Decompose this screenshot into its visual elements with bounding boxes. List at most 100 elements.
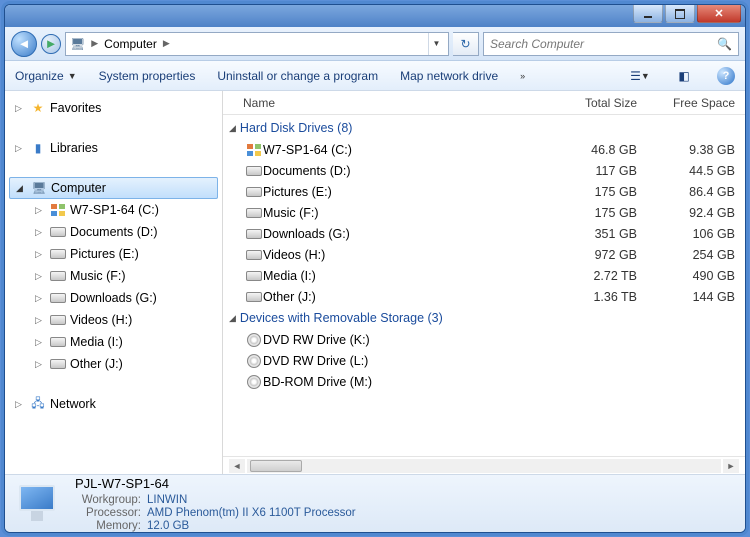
group-removable-storage[interactable]: ◢ Devices with Removable Storage (3) xyxy=(223,307,745,329)
os-drive-icon xyxy=(50,202,66,218)
sidebar-drive-item[interactable]: ▷ Music (F:) xyxy=(5,265,222,287)
drive-free-space: 490 GB xyxy=(655,269,745,283)
maximize-button[interactable] xyxy=(665,5,695,23)
expand-icon[interactable]: ▷ xyxy=(15,103,26,114)
drive-label: Downloads (G:) xyxy=(70,291,157,305)
drive-total-size: 972 GB xyxy=(565,248,655,262)
expand-icon[interactable]: ▷ xyxy=(35,227,46,238)
expand-icon[interactable]: ▷ xyxy=(15,399,26,410)
close-button[interactable] xyxy=(697,5,741,23)
sidebar-network[interactable]: ▷ 🖧 Network xyxy=(5,393,222,415)
computer-large-icon xyxy=(15,483,63,525)
navigation-row: ◄ ► 🖥 ▶ Computer ▶ ▼ ↻ Search Computer 🔍 xyxy=(5,27,745,61)
optical-drive-row[interactable]: DVD RW Drive (L:) xyxy=(223,350,745,371)
drive-label: Pictures (E:) xyxy=(70,247,139,261)
column-free-space[interactable]: Free Space xyxy=(655,96,745,110)
drive-free-space: 92.4 GB xyxy=(655,206,745,220)
drive-total-size: 351 GB xyxy=(565,227,655,241)
forward-button[interactable]: ► xyxy=(41,34,61,54)
sidebar-drive-item[interactable]: ▷ Media (I:) xyxy=(5,331,222,353)
drive-row[interactable]: W7-SP1-64 (C:)46.8 GB9.38 GB xyxy=(223,139,745,160)
expand-icon[interactable]: ▷ xyxy=(15,143,26,154)
drive-row[interactable]: Media (I:)2.72 TB490 GB xyxy=(223,265,745,286)
drive-row[interactable]: Other (J:)1.36 TB144 GB xyxy=(223,286,745,307)
sidebar-computer[interactable]: ◢ 🖥 Computer xyxy=(9,177,218,199)
expand-icon[interactable]: ▷ xyxy=(35,205,46,216)
sidebar-drive-item[interactable]: ▷W7-SP1-64 (C:) xyxy=(5,199,222,221)
sidebar-drive-item[interactable]: ▷ Other (J:) xyxy=(5,353,222,375)
expand-icon[interactable]: ▷ xyxy=(35,249,46,260)
preview-pane-button[interactable]: ◧ xyxy=(673,66,695,86)
drive-name: Pictures (E:) xyxy=(263,185,451,199)
help-button[interactable]: ? xyxy=(717,67,735,85)
drive-row[interactable]: Music (F:)175 GB92.4 GB xyxy=(223,202,745,223)
expand-icon[interactable]: ▷ xyxy=(35,315,46,326)
file-list: ◢ Hard Disk Drives (8) W7-SP1-64 (C:)46.… xyxy=(223,115,745,456)
uninstall-program-button[interactable]: Uninstall or change a program xyxy=(217,69,378,83)
computer-icon: 🖥 xyxy=(70,37,85,51)
expand-icon[interactable]: ▷ xyxy=(35,337,46,348)
minimize-button[interactable] xyxy=(633,5,663,23)
drive-name: Videos (H:) xyxy=(263,248,451,262)
sidebar-drive-item[interactable]: ▷ Downloads (G:) xyxy=(5,287,222,309)
drive-name: DVD RW Drive (K:) xyxy=(263,333,451,347)
drive-label: Music (F:) xyxy=(70,269,126,283)
drive-total-size: 175 GB xyxy=(565,185,655,199)
column-total-size[interactable]: Total Size xyxy=(565,96,655,110)
group-hard-disk-drives[interactable]: ◢ Hard Disk Drives (8) xyxy=(223,117,745,139)
scroll-right-icon[interactable]: ► xyxy=(723,459,739,473)
expand-icon[interactable]: ▷ xyxy=(35,271,46,282)
collapse-icon[interactable]: ◢ xyxy=(229,123,236,134)
drive-icon xyxy=(245,166,263,176)
breadcrumb[interactable]: Computer xyxy=(104,37,157,51)
scroll-left-icon[interactable]: ◄ xyxy=(229,459,245,473)
system-properties-button[interactable]: System properties xyxy=(99,69,196,83)
drive-total-size: 117 GB xyxy=(565,164,655,178)
scroll-track[interactable] xyxy=(247,459,721,473)
chevron-down-icon: ▼ xyxy=(68,71,77,81)
drive-name: BD-ROM Drive (M:) xyxy=(263,375,451,389)
optical-drive-row[interactable]: DVD RW Drive (K:) xyxy=(223,329,745,350)
network-icon: 🖧 xyxy=(30,396,46,412)
sidebar-drive-item[interactable]: ▷ Pictures (E:) xyxy=(5,243,222,265)
expand-icon[interactable]: ▷ xyxy=(35,293,46,304)
drive-row[interactable]: Videos (H:)972 GB254 GB xyxy=(223,244,745,265)
search-icon[interactable]: 🔍 xyxy=(717,37,732,51)
overflow-button[interactable]: » xyxy=(520,71,525,81)
drive-icon xyxy=(50,224,66,240)
collapse-icon[interactable]: ◢ xyxy=(16,183,27,194)
collapse-icon[interactable]: ◢ xyxy=(229,313,236,324)
drive-label: Media (I:) xyxy=(70,335,123,349)
drive-row[interactable]: Documents (D:)117 GB44.5 GB xyxy=(223,160,745,181)
drive-label: Other (J:) xyxy=(70,357,123,371)
command-bar: Organize ▼ System properties Uninstall o… xyxy=(5,61,745,91)
refresh-button[interactable]: ↻ xyxy=(453,32,479,56)
workgroup-value: LINWIN xyxy=(147,494,187,506)
scroll-thumb[interactable] xyxy=(250,460,302,472)
title-bar[interactable] xyxy=(5,5,745,27)
drive-row[interactable]: Pictures (E:)175 GB86.4 GB xyxy=(223,181,745,202)
expand-icon[interactable]: ▷ xyxy=(35,359,46,370)
sidebar-drive-item[interactable]: ▷Documents (D:) xyxy=(5,221,222,243)
back-button[interactable]: ◄ xyxy=(11,31,37,57)
organize-menu[interactable]: Organize ▼ xyxy=(15,69,77,83)
optical-drive-icon xyxy=(245,333,263,347)
drive-icon xyxy=(50,268,66,284)
drive-row[interactable]: Downloads (G:)351 GB106 GB xyxy=(223,223,745,244)
address-bar[interactable]: 🖥 ▶ Computer ▶ ▼ xyxy=(65,32,449,56)
file-list-pane: Name Total Size Free Space ◢ Hard Disk D… xyxy=(223,91,745,474)
address-dropdown-icon[interactable]: ▼ xyxy=(428,33,444,55)
sidebar-drive-item[interactable]: ▷Videos (H:) xyxy=(5,309,222,331)
horizontal-scrollbar[interactable]: ◄ ► xyxy=(223,456,745,474)
search-input[interactable]: Search Computer 🔍 xyxy=(483,32,739,56)
sidebar-libraries[interactable]: ▷ ▮ Libraries xyxy=(5,137,222,159)
sidebar-favorites[interactable]: ▷ ★ Favorites xyxy=(5,97,222,119)
optical-drive-row[interactable]: BD-ROM Drive (M:) xyxy=(223,371,745,392)
drive-icon xyxy=(50,356,66,372)
drive-total-size: 46.8 GB xyxy=(565,143,655,157)
drive-icon xyxy=(245,250,263,260)
view-options-button[interactable]: ☰ ▼ xyxy=(629,66,651,86)
column-name[interactable]: Name xyxy=(223,96,443,110)
map-network-drive-button[interactable]: Map network drive xyxy=(400,69,498,83)
drive-icon xyxy=(245,208,263,218)
